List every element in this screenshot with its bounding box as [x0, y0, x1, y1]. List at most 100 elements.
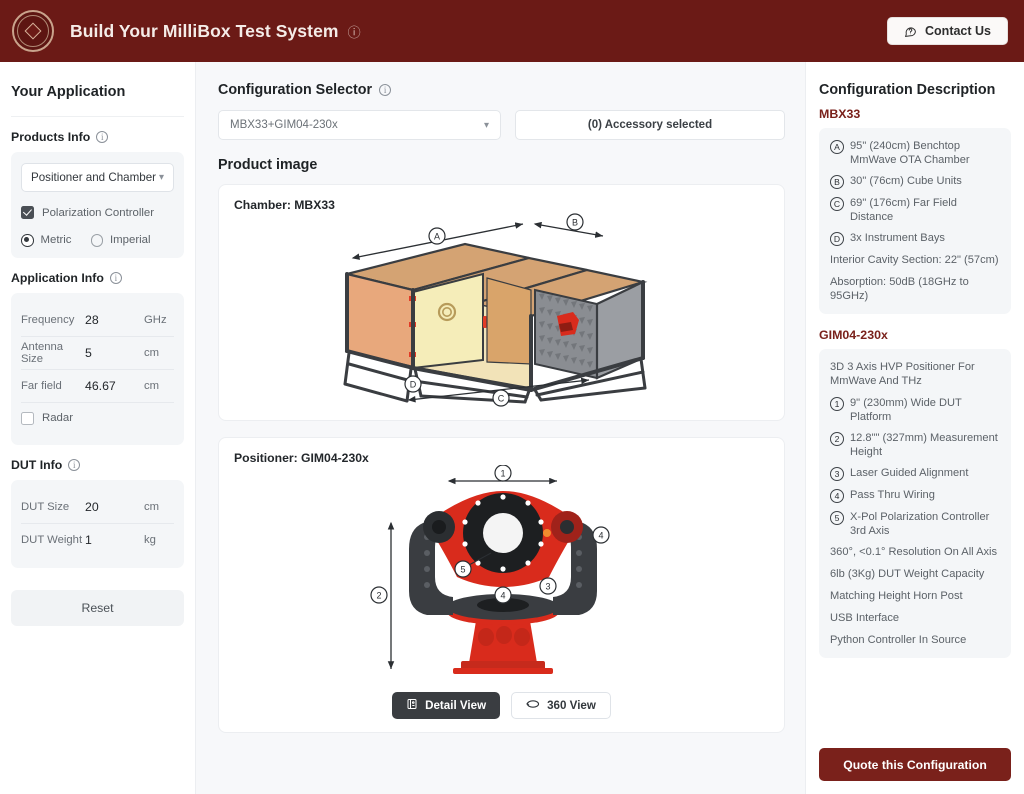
view-360-label: 360 View [547, 699, 596, 712]
list-item: D 3x Instrument Bays [830, 231, 1000, 246]
contact-us-button[interactable]: Contact Us [887, 17, 1008, 45]
configuration-description-title: Configuration Description [819, 82, 996, 98]
positioner-card-title: Positioner: GIM04-230x [234, 451, 369, 465]
document-view-icon [406, 698, 418, 713]
radio-metric-label: Metric [40, 234, 72, 247]
chevron-down-icon: ▾ [483, 119, 489, 131]
gim04-resolution-line: 360°, <0.1° Resolution On All Axis [830, 546, 998, 558]
product-type-value: Positioner and Chamber [31, 171, 157, 184]
dim-label-b: B [571, 218, 577, 228]
radio-imperial[interactable] [90, 234, 104, 247]
selector-row: MBX33+GIM04-230x ▾ (0) Accessory selecte… [218, 110, 785, 140]
badge-1: 1 [830, 397, 844, 411]
product-name-mbx33: MBX33 [819, 107, 861, 121]
dut-weight-label: DUT Weight [21, 534, 83, 546]
badge-d: D [830, 232, 844, 246]
badge-2: 2 [830, 432, 844, 446]
bullet-text: 9" (230mm) Wide DUT Platform [850, 397, 962, 423]
dim-label-d: D [409, 380, 416, 390]
field-dut-weight: DUT Weight 1 kg [21, 524, 174, 557]
radar-checkbox[interactable]: Radar [21, 403, 174, 434]
configuration-selector-info-icon[interactable]: i [379, 84, 392, 96]
application-info-icon[interactable]: i [109, 271, 122, 284]
dim-label-2: 2 [376, 591, 381, 601]
application-info-label: Application Info [11, 270, 104, 285]
sidebar-title: Your Application [11, 62, 184, 117]
detail-view-button[interactable]: Detail View [392, 692, 501, 719]
mbx33-absorption-line: Absorption: 50dB (18GHz to 95GHz) [830, 276, 969, 302]
dim-label-4b: 4 [500, 591, 505, 601]
dut-size-input[interactable]: 20 [85, 500, 144, 514]
app-header: Build Your MilliBox Test System ⓘ Contac… [0, 0, 1024, 62]
checkbox-checked-icon [21, 206, 34, 219]
gim04-intro: 3D 3 Axis HVP Positioner For MmWave And … [830, 361, 975, 387]
frequency-label: Frequency [21, 313, 75, 326]
products-info-label: Products Info [11, 130, 91, 144]
left-sidebar: Your Application Products Info i Positio… [0, 62, 196, 794]
polarization-controller-label: Polarization Controller [42, 206, 155, 219]
antenna-size-input[interactable]: 5 [85, 346, 144, 360]
badge-a: A [830, 140, 844, 154]
accessory-selector[interactable]: (0) Accessory selected [515, 110, 785, 140]
gim04-horn-post-line: Matching Height Horn Post [830, 590, 963, 602]
quote-configuration-button[interactable]: Quote this Configuration [819, 748, 1011, 781]
far-field-label: Far field [21, 379, 62, 392]
dim-label-3: 3 [545, 582, 550, 592]
bullet-text: 30" (76cm) Cube Units [850, 175, 962, 187]
accessory-label: (0) Accessory selected [587, 119, 713, 131]
reset-button[interactable]: Reset [11, 589, 184, 626]
main-body: Your Application Products Info i Positio… [0, 62, 1024, 794]
radio-metric[interactable] [21, 234, 34, 247]
dim-label-c: C [497, 394, 504, 404]
detail-view-label: Detail View [425, 699, 487, 712]
logo-diamond [24, 22, 42, 40]
products-info-icon[interactable]: i [96, 131, 109, 143]
frequency-input[interactable]: 28 [85, 313, 144, 327]
dut-info-icon[interactable]: i [68, 458, 81, 471]
header-info-icon[interactable]: ⓘ [348, 22, 361, 41]
question-bubble-icon [904, 25, 917, 38]
list-item: 4 Pass Thru Wiring [830, 488, 1000, 503]
antenna-size-label: Antenna Size [21, 340, 64, 365]
configuration-select[interactable]: MBX33+GIM04-230x ▾ [218, 110, 501, 140]
positioner-image: 1 2 3 4 4 5 [234, 465, 769, 690]
product-type-select[interactable]: Positioner and Chamber ▾ [21, 163, 174, 192]
badge-5: 5 [830, 511, 844, 525]
view-buttons: Detail View 360 View [234, 692, 769, 719]
configuration-selector-label: Configuration Selector [218, 82, 373, 98]
field-antenna-size: Antenna Size 5 cm [21, 337, 174, 370]
contact-us-label: Contact Us [925, 24, 991, 38]
badge-4: 4 [830, 489, 844, 503]
gim04-python-line: Python Controller In Source [830, 634, 967, 646]
polarization-controller-checkbox[interactable]: Polarization Controller [21, 206, 174, 219]
field-frequency: Frequency 28 GHz [21, 304, 174, 337]
field-far-field: Far field 46.67 cm [21, 370, 174, 403]
bullet-text: Laser Guided Alignment [850, 467, 969, 479]
gim04-description-panel: 3D 3 Axis HVP Positioner For MmWave And … [819, 349, 1011, 658]
configuration-selector-heading: Configuration Selector i [218, 82, 785, 98]
field-dut-size: DUT Size 20 cm [21, 491, 174, 524]
bullet-text: 69" (176cm) Far Field Distance [850, 197, 957, 223]
gim04-capacity-line: 6lb (3Kg) DUT Weight Capacity [830, 568, 985, 580]
frequency-unit: GHz [144, 313, 167, 326]
radar-label: Radar [42, 412, 74, 424]
product-image-heading: Product image [218, 157, 318, 173]
bullet-text: 95" (240cm) Benchtop MmWave OTA Chamber [850, 140, 970, 166]
dut-info-panel: DUT Size 20 cm DUT Weight 1 kg [11, 479, 184, 568]
chevron-down-icon: ▾ [158, 172, 164, 183]
list-item: 2 12.8"" (327mm) Measurement Height [830, 431, 1000, 459]
badge-c: C [830, 197, 844, 211]
far-field-unit: cm [144, 379, 160, 392]
dut-size-label: DUT Size [21, 500, 70, 513]
dim-label-1: 1 [500, 469, 505, 479]
dut-info-label: DUT Info [11, 457, 63, 472]
mbx33-description-panel: A 95" (240cm) Benchtop MmWave OTA Chambe… [819, 128, 1011, 314]
checkbox-unchecked-icon [21, 411, 34, 425]
list-item: 5 X-Pol Polarization Controller 3rd Axis [830, 510, 1000, 538]
bullet-text: Pass Thru Wiring [850, 489, 935, 501]
center-content: Configuration Selector i MBX33+GIM04-230… [196, 62, 805, 794]
dut-weight-input[interactable]: 1 [85, 533, 144, 547]
view-360-button[interactable]: 360 View [511, 692, 611, 719]
chamber-card-title: Chamber: MBX33 [234, 198, 335, 212]
list-item: 3 Laser Guided Alignment [830, 466, 1000, 481]
